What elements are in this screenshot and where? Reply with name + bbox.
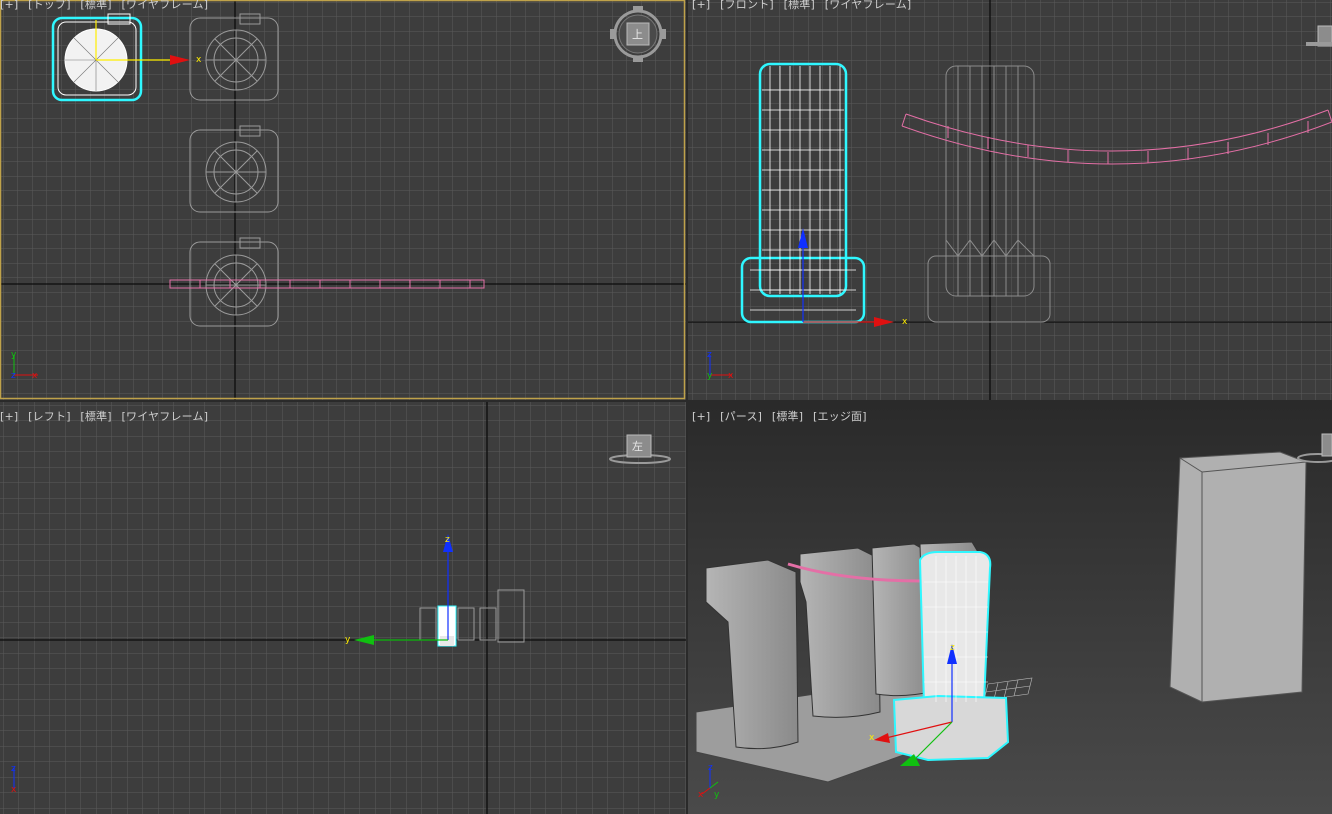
viewport-front[interactable]: x z y x [+] [フロント] [標準] [ワイヤフレーム] bbox=[688, 0, 1332, 400]
viewport-menu-button[interactable]: [+] bbox=[692, 410, 710, 423]
svg-text:x: x bbox=[869, 733, 875, 743]
viewport-front-label: [+] [フロント] [標準] [ワイヤフレーム] bbox=[692, 0, 917, 12]
svg-text:x: x bbox=[728, 371, 734, 381]
viewport-front-canvas[interactable]: x z y x bbox=[688, 0, 1332, 400]
svg-text:x: x bbox=[32, 371, 38, 381]
svg-text:z: z bbox=[11, 371, 16, 381]
viewport-top[interactable]: x 上 y z x [+] [トップ] [標準] [ワイヤフレーム] bbox=[0, 0, 686, 400]
viewport-menu-button[interactable]: [+] bbox=[692, 0, 710, 11]
svg-text:y: y bbox=[707, 371, 713, 381]
svg-text:z: z bbox=[708, 763, 713, 773]
svg-text:z: z bbox=[707, 350, 712, 360]
viewport-shading-button[interactable]: [標準] bbox=[80, 0, 111, 11]
svg-text:x: x bbox=[902, 317, 908, 327]
svg-text:x: x bbox=[11, 785, 17, 795]
object-cup-persp-2[interactable] bbox=[799, 547, 881, 718]
viewport-view-button[interactable]: [パース] bbox=[720, 410, 762, 423]
viewport-perspective-canvas[interactable]: z x z x y bbox=[688, 402, 1332, 814]
viewport-menu-button[interactable]: [+] bbox=[0, 0, 18, 11]
svg-text:y: y bbox=[11, 350, 17, 360]
viewport-view-button[interactable]: [フロント] bbox=[720, 0, 774, 11]
viewport-perspective[interactable]: z x z x y [+] [パース] [標準] [エッジ面] bbox=[688, 402, 1332, 814]
viewport-shading-button[interactable]: [標準] bbox=[80, 410, 111, 423]
viewport-mode-button[interactable]: [エッジ面] bbox=[813, 410, 867, 423]
object-box-persp[interactable] bbox=[1169, 451, 1307, 703]
viewport-left-label: [+] [レフト] [標準] [ワイヤフレーム] bbox=[0, 408, 214, 424]
viewport-view-button[interactable]: [トップ] bbox=[28, 0, 71, 11]
viewport-left-canvas[interactable]: z y 左 z x bbox=[0, 402, 686, 814]
viewport-top-label: [+] [トップ] [標準] [ワイヤフレーム] bbox=[0, 0, 214, 12]
svg-text:x: x bbox=[196, 55, 202, 65]
svg-text:y: y bbox=[714, 790, 720, 800]
svg-text:x: x bbox=[698, 790, 704, 800]
svg-text:y: y bbox=[345, 635, 351, 645]
viewport-menu-button[interactable]: [+] bbox=[0, 410, 18, 423]
viewport-mode-button[interactable]: [ワイヤフレーム] bbox=[825, 0, 912, 11]
viewport-view-button[interactable]: [レフト] bbox=[28, 410, 71, 423]
viewport-mode-button[interactable]: [ワイヤフレーム] bbox=[122, 410, 209, 423]
viewport-perspective-label: [+] [パース] [標準] [エッジ面] bbox=[692, 408, 873, 424]
viewport-left[interactable]: z y 左 z x [+] [レフト] [標準] [ワイヤフレーム] bbox=[0, 402, 686, 814]
viewport-shading-button[interactable]: [標準] bbox=[772, 410, 803, 423]
viewport-mode-button[interactable]: [ワイヤフレーム] bbox=[122, 0, 209, 11]
svg-text:z: z bbox=[445, 535, 450, 545]
viewport-top-canvas[interactable]: x 上 y z x bbox=[0, 0, 686, 400]
viewcube-left-label: 左 bbox=[632, 440, 643, 453]
viewport-shading-button[interactable]: [標準] bbox=[784, 0, 815, 11]
svg-text:z: z bbox=[950, 643, 955, 653]
viewcube-top-label: 上 bbox=[632, 28, 643, 41]
svg-text:z: z bbox=[11, 764, 16, 774]
